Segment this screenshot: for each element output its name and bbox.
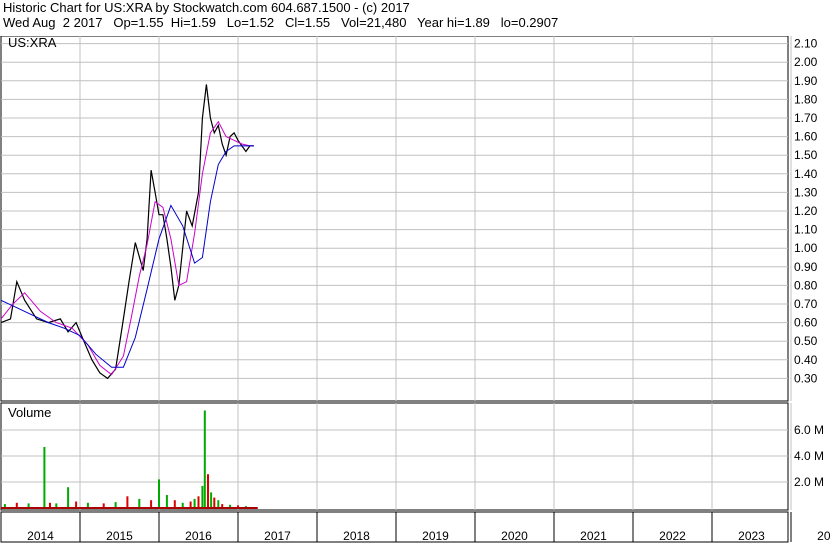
price-y-tick-label: 0.40 (794, 353, 818, 367)
x-tick-label: 2023 (738, 529, 765, 543)
price-y-tick-label: 1.00 (794, 241, 818, 255)
volume-bar (197, 496, 200, 508)
x-tick-label: 2022 (659, 529, 686, 543)
volume-bar (201, 485, 204, 508)
x-tick-label: 2021 (580, 529, 607, 543)
volume-y-tick-label: 6.0 M (794, 423, 824, 437)
price-y-tick-label: 2.00 (794, 55, 818, 69)
price-panel-label: US:XRA (8, 36, 57, 50)
volume-bar (67, 487, 70, 508)
price-y-tick-label: 0.30 (794, 371, 818, 385)
price-panel: 0.30 0.40 0.50 0.60 0.70 0.80 0.90 1.00 1.10 1.20… (0, 36, 818, 402)
volume-panel-label: Volume (8, 405, 51, 420)
price-y-axis: 0.30 0.40 0.50 0.60 0.70 0.80 0.90 1.00 1.10 1.20… (794, 37, 818, 386)
volume-bar (203, 410, 206, 508)
x-tick-label: 2020 (501, 529, 528, 543)
volume-bar (207, 474, 209, 508)
volume-bar (126, 496, 129, 508)
x-tick-label: 2015 (106, 529, 133, 543)
price-y-tick-label: 1.70 (794, 111, 818, 125)
price-y-tick-label: 1.50 (794, 148, 818, 162)
quote-summary: Wed Aug 2 2017 Op=1.55 Hi=1.59 Lo=1.52 C… (3, 15, 559, 30)
price-y-tick-label: 0.70 (794, 297, 818, 311)
chart-title: Historic Chart for US:XRA by Stockwatch.… (3, 0, 410, 15)
x-tick-label: 2017 (264, 529, 291, 543)
volume-bar (150, 500, 153, 508)
x-axis: 2014 2015 2016 2017 2018 2019 2020 2021 2022 2023… (0, 511, 830, 543)
x-tick-label: 2019 (422, 529, 449, 543)
price-y-tick-label: 1.60 (794, 130, 818, 144)
volume-bar (173, 500, 176, 508)
volume-panel: 2.0 M 4.0 M 6.0 M Volume (0, 402, 824, 511)
volume-bar (158, 479, 160, 508)
x-tick-label: 2018 (343, 529, 370, 543)
price-y-tick-label: 0.60 (794, 316, 818, 330)
price-y-tick-label: 2.10 (794, 37, 818, 51)
price-y-tick-label: 1.80 (794, 92, 818, 106)
price-y-tick-label: 0.50 (794, 334, 818, 348)
price-y-tick-label: 1.30 (794, 185, 818, 199)
price-y-tick-label: 1.10 (794, 223, 818, 237)
volume-bar (138, 498, 141, 508)
stock-chart: 0.30 0.40 0.50 0.60 0.70 0.80 0.90 1.00 1.10 1.20… (0, 36, 830, 543)
price-y-tick-label: 1.20 (794, 204, 818, 218)
x-tick-label: 2024 (817, 529, 830, 543)
x-tick-label: 2016 (185, 529, 212, 543)
volume-bar (210, 492, 213, 508)
chart-header: Historic Chart for US:XRA by Stockwatch.… (0, 0, 830, 36)
volume-y-tick-label: 4.0 M (794, 449, 824, 463)
price-y-tick-label: 1.40 (794, 167, 818, 181)
volume-bar (217, 500, 220, 508)
volume-y-tick-label: 2.0 M (794, 475, 824, 489)
x-tick-label: 2014 (27, 529, 54, 543)
price-y-tick-label: 1.90 (794, 74, 818, 88)
price-y-tick-label: 0.80 (794, 278, 818, 292)
volume-bar (165, 495, 168, 508)
volume-y-axis: 2.0 M 4.0 M 6.0 M (794, 423, 824, 489)
volume-bar (213, 497, 216, 508)
volume-bar (43, 446, 46, 508)
volume-bar (193, 498, 196, 508)
price-y-tick-label: 0.90 (794, 260, 818, 274)
